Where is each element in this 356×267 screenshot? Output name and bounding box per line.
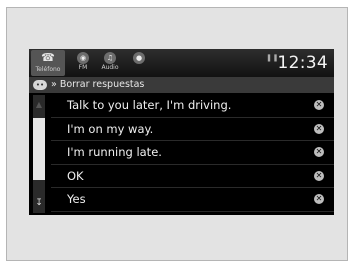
clock: 12:34	[277, 53, 328, 73]
phone-icon: ☎	[41, 51, 55, 64]
delete-icon[interactable]: ✕	[314, 147, 324, 158]
response-text: I'm running late.	[67, 145, 162, 160]
list-item[interactable]: I'm running late. ✕	[51, 141, 334, 165]
delete-icon[interactable]: ✕	[314, 123, 324, 134]
tab-phone[interactable]: ☎ Teléfono	[31, 50, 65, 76]
page-header: •• » Borrar respuestas	[29, 77, 334, 93]
top-bar: ☎ Teléfono ◉ FM ♫ Audio ● ▐ ▐ °ⁿ 12:34	[29, 49, 334, 77]
response-list: Talk to you later, I'm driving. ✕ I'm on…	[51, 94, 334, 212]
tab-fm[interactable]: ◉ FM	[73, 50, 93, 76]
list-item[interactable]: OK ✕	[51, 165, 334, 189]
response-text: Talk to you later, I'm driving.	[67, 98, 232, 112]
scrollbar-thumb[interactable]	[33, 118, 45, 180]
delete-icon[interactable]: ✕	[314, 170, 324, 181]
radio-icon: ◉	[77, 52, 89, 64]
extra-icon: ●	[133, 52, 145, 64]
page-title: » Borrar respuestas	[51, 79, 145, 90]
response-text: I'm on my way.	[67, 121, 154, 136]
infotainment-screen: ☎ Teléfono ◉ FM ♫ Audio ● ▐ ▐ °ⁿ 12:34 •…	[29, 49, 334, 215]
tab-audio-label: Audio	[101, 64, 119, 71]
response-text: OK	[67, 168, 84, 183]
scrollbar[interactable]: ▲ ↧	[33, 95, 45, 213]
tab-audio[interactable]: ♫ Audio	[99, 50, 121, 76]
tab-fm-label: FM	[78, 64, 88, 71]
tab-extra[interactable]: ●	[129, 50, 149, 76]
audio-icon: ♫	[104, 52, 116, 64]
delete-icon[interactable]: ✕	[314, 194, 324, 205]
message-icon: ••	[33, 80, 47, 90]
list-item[interactable]: Talk to you later, I'm driving. ✕	[51, 94, 334, 118]
scroll-down-icon[interactable]: ↧	[33, 193, 45, 213]
scroll-up-icon[interactable]: ▲	[33, 95, 45, 115]
tab-phone-label: Teléfono	[35, 66, 61, 73]
list-item[interactable]: Yes ✕	[51, 188, 334, 212]
delete-icon[interactable]: ✕	[314, 100, 324, 110]
response-text: Yes	[67, 192, 86, 207]
list-item[interactable]: I'm on my way. ✕	[51, 118, 334, 142]
